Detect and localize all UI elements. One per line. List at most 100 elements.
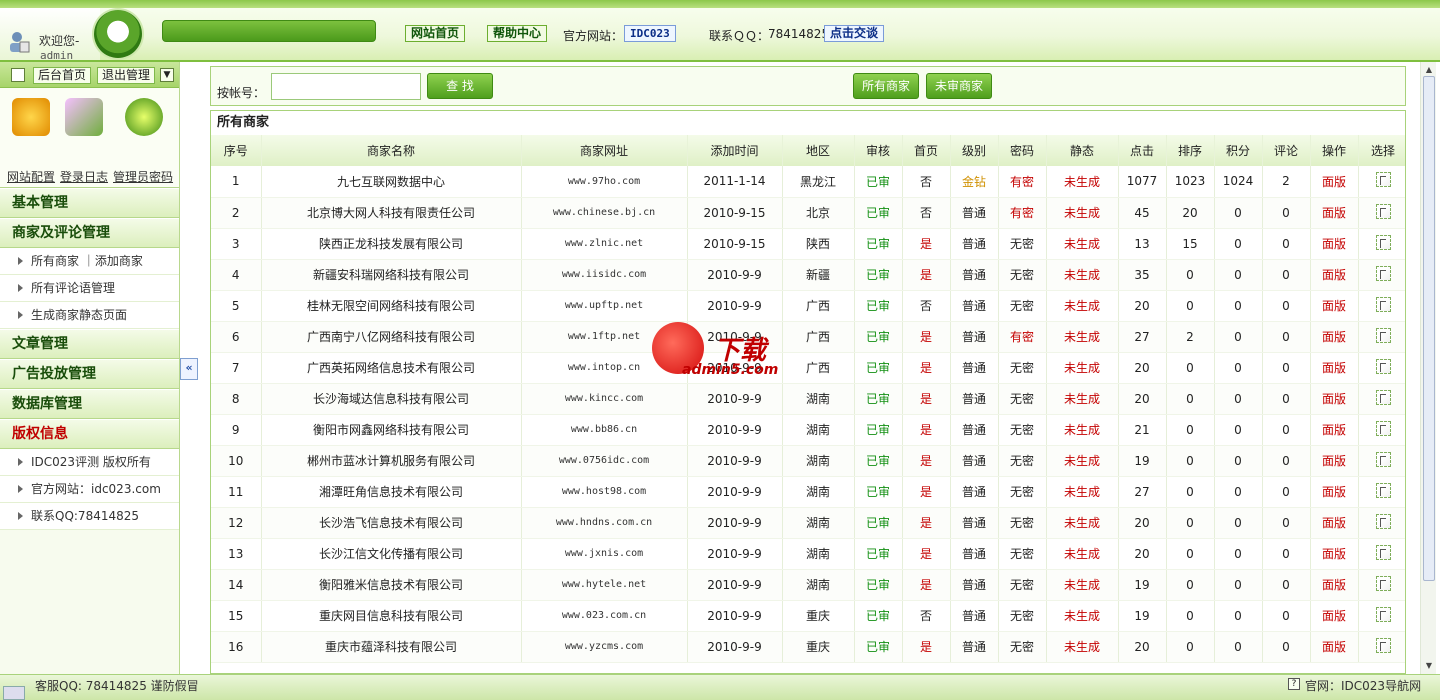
table-cell[interactable]: 面版 bbox=[1310, 476, 1359, 508]
row-select-checkbox[interactable] bbox=[1375, 358, 1391, 374]
table-cell[interactable]: 面版 bbox=[1310, 321, 1359, 353]
login-log-link[interactable]: 登录日志 bbox=[60, 168, 108, 185]
table-cell[interactable]: 面版 bbox=[1310, 352, 1359, 384]
official-site-link[interactable]: IDC023 bbox=[624, 25, 676, 42]
gear-icon[interactable] bbox=[12, 98, 50, 136]
admin-password-link[interactable]: 管理员密码 bbox=[113, 168, 173, 185]
table-row: 1 九七互联网数据中心 www.97ho.com 2011-1-14 黑龙江 已审否金钻有… bbox=[211, 166, 1405, 198]
status-right-text[interactable]: 官网：IDC023导航网 bbox=[1305, 677, 1421, 694]
row-select-checkbox[interactable] bbox=[1375, 234, 1391, 250]
scroll-thumb[interactable] bbox=[1423, 76, 1435, 581]
menu-all-comments[interactable]: 所有评论语管理 bbox=[0, 275, 179, 302]
row-select-checkbox[interactable] bbox=[1375, 420, 1391, 436]
pending-merchants-button[interactable]: 未审商家 bbox=[926, 73, 993, 99]
section-ads[interactable]: 广告投放管理 bbox=[0, 359, 179, 389]
table-cell[interactable]: 面版 bbox=[1310, 197, 1359, 229]
column-header: 静态 bbox=[1046, 135, 1119, 166]
row-select-checkbox[interactable] bbox=[1375, 172, 1391, 188]
contact-qq-line: 联系QQ:78414825 bbox=[0, 503, 179, 530]
row-select-checkbox[interactable] bbox=[1375, 513, 1391, 529]
table-cell: 16 bbox=[211, 631, 262, 663]
table-cell: 已审 bbox=[854, 476, 903, 508]
logout-button[interactable]: 退出管理 bbox=[97, 67, 156, 84]
table-cell[interactable]: 面版 bbox=[1310, 383, 1359, 415]
table-cell[interactable]: 面版 bbox=[1310, 228, 1359, 260]
table-cell[interactable]: 面版 bbox=[1310, 569, 1359, 601]
table-cell[interactable]: 面版 bbox=[1310, 631, 1359, 663]
table-cell[interactable]: 面版 bbox=[1310, 290, 1359, 322]
help-icon[interactable]: ? bbox=[1288, 678, 1300, 690]
table-cell: 普通 bbox=[950, 197, 999, 229]
row-select-checkbox[interactable] bbox=[1375, 389, 1391, 405]
search-button[interactable]: 查 找 bbox=[427, 73, 493, 99]
table-cell: 北京博大网人科技有限责任公司 bbox=[261, 197, 522, 229]
table-cell: 长沙江信文化传播有限公司 bbox=[261, 538, 522, 570]
table-cell[interactable]: 面版 bbox=[1310, 507, 1359, 539]
table-cell: 普通 bbox=[950, 321, 999, 353]
table-cell: 20 bbox=[1118, 383, 1167, 415]
contact-label: 联系ＱＱ： bbox=[709, 29, 770, 43]
down-arrow-icon[interactable]: ▼ bbox=[160, 68, 174, 82]
table-cell: 否 bbox=[902, 600, 951, 632]
table-cell[interactable]: 面版 bbox=[1310, 445, 1359, 477]
row-select-checkbox[interactable] bbox=[1375, 575, 1391, 591]
nav-home-button[interactable]: 网站首页 bbox=[405, 25, 466, 42]
table-cell: 0 bbox=[1262, 352, 1311, 384]
section-basic[interactable]: 基本管理 bbox=[0, 188, 179, 218]
site-config-link[interactable]: 网站配置 bbox=[7, 168, 55, 185]
table-cell: 已审 bbox=[854, 228, 903, 260]
row-select-checkbox[interactable] bbox=[1375, 451, 1391, 467]
column-header: 操作 bbox=[1310, 135, 1359, 166]
collapse-sidebar-icon[interactable]: « bbox=[180, 358, 198, 380]
section-merchant[interactable]: 商家及评论管理 bbox=[0, 218, 179, 248]
table-cell: 是 bbox=[902, 476, 951, 508]
log-book-icon[interactable] bbox=[65, 98, 103, 136]
table-cell: 0 bbox=[1166, 507, 1215, 539]
row-select-checkbox[interactable] bbox=[1375, 637, 1391, 653]
nav-help-button[interactable]: 帮助中心 bbox=[487, 25, 548, 42]
table-cell[interactable]: 面版 bbox=[1310, 538, 1359, 570]
row-select-checkbox[interactable] bbox=[1375, 296, 1391, 312]
row-select-checkbox[interactable] bbox=[1375, 482, 1391, 498]
table-cell: www.0756idc.com bbox=[521, 445, 688, 477]
official-site-line[interactable]: 官方网站：idc023.com bbox=[0, 476, 179, 503]
table-cell: 否 bbox=[902, 166, 951, 198]
table-row: 2 北京博大网人科技有限责任公司 www.chinese.bj.cn 2010-9-1… bbox=[211, 197, 1405, 229]
scroll-down-icon[interactable]: ▼ bbox=[1423, 660, 1435, 672]
menu-all-merchants[interactable]: 所有商家 ｜添加商家 bbox=[0, 248, 179, 275]
table-cell[interactable]: 面版 bbox=[1310, 600, 1359, 632]
table-cell[interactable]: 面版 bbox=[1310, 259, 1359, 291]
table-cell: 未生成 bbox=[1046, 321, 1119, 353]
table-cell: 0 bbox=[1214, 259, 1263, 291]
table-cell: 2010-9-9 bbox=[687, 290, 783, 322]
table-cell: 无密 bbox=[998, 259, 1047, 291]
main-content: 按帐号： 查 找 所有商家 未审商家 所有商家 序号 商家名称 商家网址 添加时间 地区… bbox=[208, 62, 1420, 674]
row-select-checkbox[interactable] bbox=[1375, 265, 1391, 281]
table-cell: 长沙海域达信息科技有限公司 bbox=[261, 383, 522, 415]
table-cell: 0 bbox=[1166, 631, 1215, 663]
section-copyright[interactable]: 版权信息 bbox=[0, 419, 179, 449]
table-cell[interactable]: 面版 bbox=[1310, 414, 1359, 446]
table-cell: 0 bbox=[1214, 538, 1263, 570]
section-articles[interactable]: 文章管理 bbox=[0, 329, 179, 359]
section-database[interactable]: 数据库管理 bbox=[0, 389, 179, 419]
scroll-up-icon[interactable]: ▲ bbox=[1423, 64, 1435, 76]
row-select-checkbox[interactable] bbox=[1375, 606, 1391, 622]
table-cell: 未生成 bbox=[1046, 352, 1119, 384]
menu-generate-static[interactable]: 生成商家静态页面 bbox=[0, 302, 179, 329]
column-header: 选择 bbox=[1358, 135, 1405, 166]
radiation-icon[interactable] bbox=[125, 98, 163, 136]
table-cell: 未生成 bbox=[1046, 569, 1119, 601]
table-row: 7 广西英拓网络信息技术有限公司 www.intop.cn 2010-9-9 广西 已审是… bbox=[211, 352, 1405, 384]
contact-chat-button[interactable]: 点击交谈 bbox=[824, 25, 885, 42]
search-panel: 按帐号： 查 找 所有商家 未审商家 bbox=[210, 66, 1406, 106]
row-select-checkbox[interactable] bbox=[1375, 327, 1391, 343]
admin-home-button[interactable]: 后台首页 bbox=[33, 67, 92, 84]
account-search-input[interactable] bbox=[271, 73, 421, 100]
row-select-checkbox[interactable] bbox=[1375, 203, 1391, 219]
table-cell: 已审 bbox=[854, 197, 903, 229]
table-cell[interactable]: 面版 bbox=[1310, 166, 1359, 198]
all-merchants-button[interactable]: 所有商家 bbox=[853, 73, 920, 99]
vertical-scrollbar[interactable]: ▲ ▼ bbox=[1420, 62, 1436, 674]
row-select-checkbox[interactable] bbox=[1375, 544, 1391, 560]
